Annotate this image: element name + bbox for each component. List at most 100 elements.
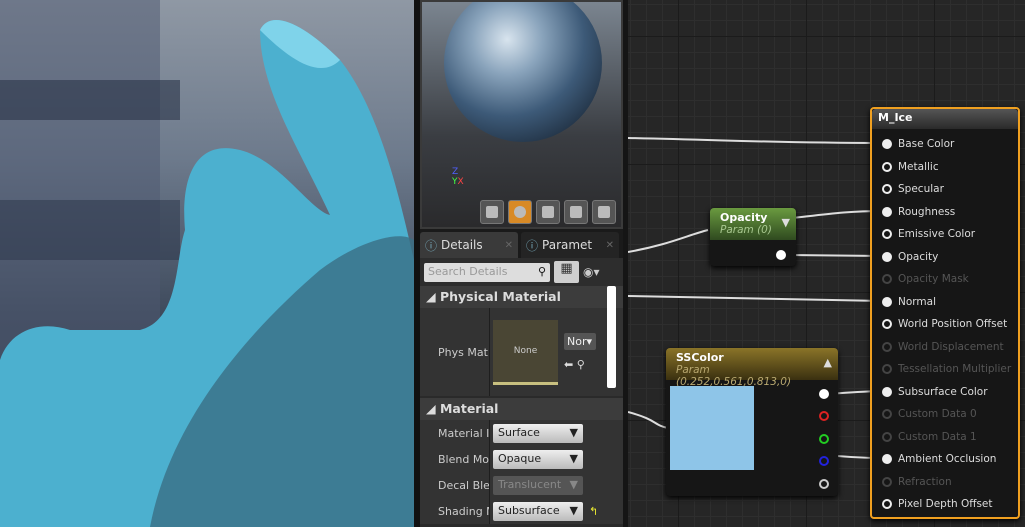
- input-pin-opacity[interactable]: Opacity: [882, 251, 938, 263]
- pin-icon: [882, 206, 892, 217]
- pin-label: Metallic: [898, 160, 939, 173]
- category-title: Physical Material: [439, 289, 561, 304]
- phys-mat-row: Phys Mat None Nor▾ ⬅ ⚲: [420, 308, 623, 396]
- input-pin-subsurface-color[interactable]: Subsurface Color: [882, 386, 988, 398]
- pin-label: Custom Data 0: [898, 408, 977, 420]
- close-icon[interactable]: ✕: [606, 240, 614, 251]
- prop-label: Decal Ble: [420, 472, 490, 498]
- output-pin[interactable]: [776, 250, 786, 260]
- wire-sscolor-in: [628, 411, 669, 429]
- output-pin-b[interactable]: [819, 456, 829, 466]
- pin-label: Ambient Occlusion: [898, 453, 997, 465]
- ice-image: [0, 0, 414, 527]
- category-material[interactable]: ◢ Material: [420, 398, 623, 420]
- category-physical-material[interactable]: ◢ Physical Material: [420, 286, 623, 308]
- pin-icon: [882, 386, 892, 397]
- pin-icon: [882, 341, 892, 352]
- prop-label: Phys Mat: [420, 308, 490, 396]
- combo-value: Surface: [498, 425, 540, 439]
- thumbnail-label: None: [513, 345, 538, 356]
- preview-cube-button[interactable]: [564, 200, 588, 224]
- output-pin-g[interactable]: [819, 434, 829, 444]
- input-pin-metallic[interactable]: Metallic: [882, 161, 939, 173]
- preview-sphere-button[interactable]: [508, 200, 532, 224]
- axis-z: Z: [452, 167, 459, 177]
- details-icon: ⓘ: [425, 238, 438, 253]
- sscolor-param-node[interactable]: SSColor Param (0.252,0.561,0.813,0) ▲: [666, 348, 838, 496]
- prop-row-decal-blend: Decal Ble Translucent ▼: [420, 472, 623, 498]
- pin-icon: [882, 139, 892, 149]
- preview-cylinder-button[interactable]: [480, 200, 504, 224]
- material-domain-combo[interactable]: Surface ▼: [493, 423, 583, 443]
- pin-label: Specular: [898, 183, 944, 195]
- eye-visibility-icon[interactable]: ◉▾: [583, 265, 600, 279]
- pin-icon: [882, 476, 892, 487]
- pin-label: Opacity: [898, 250, 939, 263]
- collapse-arrow-icon[interactable]: ▼: [782, 216, 790, 229]
- view-options-grid-button[interactable]: ▦: [554, 261, 579, 283]
- viewport-photo: [0, 0, 414, 527]
- preview-teapot-button[interactable]: [592, 200, 616, 224]
- input-pin-opacity-mask: Opacity Mask: [882, 273, 969, 285]
- tab-details[interactable]: ⓘ Details ✕: [420, 232, 518, 258]
- wire-base-color: [628, 137, 879, 144]
- combo-value: Translucent: [498, 477, 562, 491]
- blend-mode-combo[interactable]: Opaque ▼: [493, 449, 583, 469]
- teapot-icon: [598, 206, 610, 218]
- input-pin-refraction: Refraction: [882, 476, 952, 488]
- axis-x: X: [457, 177, 464, 187]
- pin-label: Opacity Mask: [898, 273, 969, 285]
- pin-icon: [882, 364, 892, 374]
- input-pin-base-color[interactable]: Base Color: [882, 138, 954, 150]
- wire-normal: [628, 295, 884, 302]
- pin-label: Base Color: [898, 138, 955, 150]
- material-graph[interactable]: Opacity Param (0) ▼ SSColor Param (0.252,0…: [623, 0, 1025, 527]
- plane-icon: [542, 206, 554, 218]
- shading-model-combo[interactable]: Subsurface ▼: [493, 501, 583, 521]
- output-pin-rgb[interactable]: [819, 389, 829, 399]
- parameters-icon: ⓘ: [526, 238, 539, 253]
- output-pin-r[interactable]: [819, 411, 829, 421]
- pin-label: World Position Offset: [898, 318, 1008, 330]
- m-ice-result-node[interactable]: M_Ice Base Color Metallic Specular Roughnes…: [870, 107, 1020, 519]
- output-pin-a[interactable]: [819, 479, 829, 489]
- asset-picker-combo[interactable]: Nor▾: [564, 333, 596, 350]
- tab-parameters[interactable]: ⓘ Paramet ✕: [521, 232, 619, 258]
- browse-search-icon[interactable]: ⚲: [577, 358, 585, 371]
- wire-to-opacity: [628, 229, 709, 253]
- prop-label: Blend Mo: [420, 446, 490, 472]
- preview-plane-button[interactable]: [536, 200, 560, 224]
- asset-thumbnail[interactable]: None: [493, 319, 558, 385]
- input-pin-roughness[interactable]: Roughness: [882, 206, 955, 218]
- node-title: Opacity: [720, 211, 768, 224]
- pin-icon: [882, 229, 892, 239]
- reset-to-default-icon[interactable]: ↰: [589, 505, 598, 518]
- category-title: Material: [439, 401, 499, 416]
- opacity-param-node[interactable]: Opacity Param (0) ▼: [710, 208, 796, 266]
- pin-icon: [882, 274, 892, 284]
- cube-icon: [570, 206, 582, 218]
- collapse-arrow-icon[interactable]: ▲: [824, 356, 832, 369]
- pin-icon: [882, 454, 892, 464]
- prop-label: Shading M: [420, 498, 490, 524]
- input-pin-specular[interactable]: Specular: [882, 183, 944, 195]
- decal-blend-combo: Translucent ▼: [493, 475, 583, 495]
- search-details-input[interactable]: Search Details ⚲: [424, 262, 550, 282]
- input-pin-world-position-offset[interactable]: World Position Offset: [882, 318, 1007, 330]
- input-pin-custom-data-1: Custom Data 1: [882, 431, 977, 443]
- material-preview-viewport[interactable]: Z YX: [420, 0, 623, 229]
- input-pin-world-displacement: World Displacement: [882, 341, 1004, 353]
- close-icon[interactable]: ✕: [505, 240, 513, 251]
- pin-icon: [882, 431, 892, 442]
- pin-icon: [882, 499, 892, 509]
- input-pin-pixel-depth-offset[interactable]: Pixel Depth Offset: [882, 498, 993, 510]
- node-subtitle: Param (0.252,0.561,0.813,0): [676, 364, 792, 388]
- input-pin-normal[interactable]: Normal: [882, 296, 936, 308]
- input-pin-emissive-color[interactable]: Emissive Color: [882, 228, 975, 240]
- pin-icon: [882, 296, 892, 307]
- pin-label: Normal: [898, 295, 936, 308]
- prop-row-shading-model: Shading M Subsurface ▼ ↰: [420, 498, 623, 524]
- scrollbar[interactable]: [607, 286, 616, 388]
- use-selected-arrow-icon[interactable]: ⬅: [564, 358, 573, 371]
- input-pin-ambient-occlusion[interactable]: Ambient Occlusion: [882, 453, 996, 465]
